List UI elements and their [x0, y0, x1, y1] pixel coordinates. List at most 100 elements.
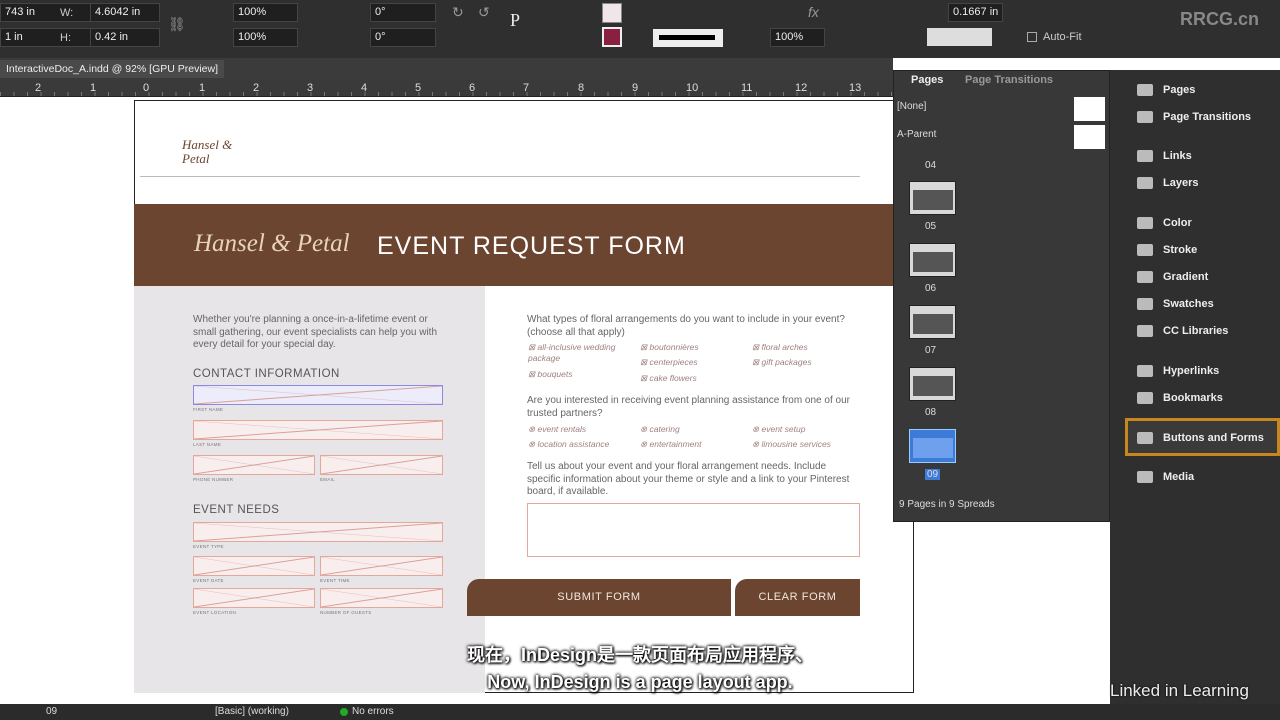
- page-thumbnail[interactable]: [909, 243, 956, 277]
- form-field[interactable]: [320, 556, 443, 576]
- dock-item[interactable]: CC Libraries: [1137, 321, 1228, 341]
- form-field[interactable]: [193, 385, 443, 405]
- page-thumbnail[interactable]: [909, 429, 956, 463]
- panel-icon: [1137, 392, 1153, 405]
- rotate-ccw-icon[interactable]: ↺: [478, 4, 490, 20]
- parent-none[interactable]: [None]: [897, 101, 926, 112]
- ruler-number: 2: [35, 82, 42, 94]
- panel-icon: [1137, 271, 1153, 284]
- tab-pages[interactable]: Pages: [911, 74, 943, 86]
- tab-page-transitions[interactable]: Page Transitions: [965, 74, 1053, 86]
- ruler-number: 0: [143, 82, 150, 94]
- panel-dock: [1110, 70, 1280, 704]
- parent-a-thumb[interactable]: [1074, 125, 1105, 149]
- clear-form-button[interactable]: CLEAR FORM: [735, 579, 860, 616]
- dock-item[interactable]: Color: [1137, 213, 1192, 233]
- corner-options[interactable]: [927, 28, 992, 46]
- h-label: H:: [60, 32, 71, 44]
- dock-item[interactable]: Media: [1137, 467, 1194, 487]
- dock-item[interactable]: Bookmarks: [1137, 388, 1223, 408]
- parent-none-thumb[interactable]: [1074, 97, 1105, 121]
- event-heading: EVENT NEEDS: [193, 504, 280, 516]
- checkbox-option[interactable]: ⊠ boutonnières: [640, 342, 699, 353]
- dock-item[interactable]: Links: [1137, 146, 1192, 166]
- panel-icon: [1137, 432, 1153, 445]
- scale-x-field[interactable]: 100%: [233, 3, 298, 22]
- shear-field[interactable]: 0°: [370, 28, 436, 47]
- field-label: EVENT TYPE: [193, 544, 224, 549]
- form-field[interactable]: [193, 522, 443, 542]
- panel-icon: [1137, 150, 1153, 163]
- linkedin-learning-logo: Linked in Learning: [1110, 681, 1249, 700]
- ruler-number: 12: [795, 82, 808, 94]
- form-field[interactable]: [193, 455, 315, 475]
- dock-item[interactable]: Hyperlinks: [1137, 361, 1219, 381]
- checkbox-option[interactable]: ⊗ catering: [640, 424, 680, 435]
- w-label: W:: [60, 7, 74, 19]
- checkbox-option[interactable]: ⊠ centerpieces: [640, 357, 698, 368]
- dock-item[interactable]: Layers: [1137, 173, 1198, 193]
- page-thumbnail[interactable]: [909, 181, 956, 215]
- checkbox-option[interactable]: ⊠ floral arches: [752, 342, 808, 353]
- panel-icon: [1137, 325, 1153, 338]
- width-field[interactable]: 4.6042 in: [90, 3, 160, 22]
- reference-point-icon[interactable]: P: [510, 11, 520, 29]
- dock-item[interactable]: Buttons and Forms: [1137, 428, 1264, 448]
- rotate-field[interactable]: 0°: [370, 3, 436, 22]
- checkbox-option[interactable]: ⊗ entertainment: [640, 439, 701, 450]
- watermark-logo: RRCG.cn: [1180, 9, 1260, 29]
- checkbox-option[interactable]: ⊗ location assistance: [528, 439, 609, 450]
- checkbox-option[interactable]: ⊠ all-inclusive wedding package: [528, 342, 628, 363]
- dock-item[interactable]: Page Transitions: [1137, 107, 1251, 127]
- dock-item[interactable]: Gradient: [1137, 267, 1208, 287]
- form-title: EVENT REQUEST FORM: [377, 232, 686, 260]
- ruler-number: 3: [307, 82, 314, 94]
- field-label: EMAIL: [320, 477, 336, 482]
- dock-item[interactable]: Stroke: [1137, 240, 1197, 260]
- height-field[interactable]: 0.42 in: [90, 28, 160, 47]
- checkbox-option[interactable]: ⊗ event setup: [752, 424, 805, 435]
- page-thumbnail[interactable]: [909, 305, 956, 339]
- form-field[interactable]: [193, 420, 443, 440]
- parent-a[interactable]: A-Parent: [897, 129, 936, 140]
- form-field[interactable]: [193, 556, 315, 576]
- dock-item[interactable]: Swatches: [1137, 294, 1214, 314]
- stroke-style-select[interactable]: [653, 29, 723, 47]
- dock-item[interactable]: Pages: [1137, 80, 1195, 100]
- checkbox-option[interactable]: ⊠ bouquets: [528, 369, 572, 380]
- page-thumbnail[interactable]: [909, 367, 956, 401]
- checkbox-option[interactable]: ⊗ event rentals: [528, 424, 586, 435]
- submit-form-button[interactable]: SUBMIT FORM: [467, 579, 731, 616]
- horizontal-ruler[interactable]: [0, 80, 893, 97]
- stroke-swatch[interactable]: [602, 27, 622, 47]
- ruler-number: 6: [469, 82, 476, 94]
- fill-swatch[interactable]: [602, 3, 622, 23]
- document-tab[interactable]: InteractiveDoc_A.indd @ 92% [GPU Preview…: [0, 60, 224, 78]
- form-field[interactable]: [320, 455, 443, 475]
- form-field[interactable]: [320, 588, 443, 608]
- checkbox-option[interactable]: ⊗ limousine services: [752, 439, 831, 450]
- autofit-checkbox[interactable]: [1027, 32, 1037, 42]
- field-label: LAST NAME: [193, 442, 222, 447]
- ruler-number: 11: [741, 82, 753, 94]
- form-field[interactable]: [193, 588, 315, 608]
- rotate-cw-icon[interactable]: ↻: [452, 4, 464, 20]
- panel-icon: [1137, 177, 1153, 190]
- checkbox-option[interactable]: ⊠ cake flowers: [640, 373, 697, 384]
- checkbox-option[interactable]: ⊠ gift packages: [752, 357, 812, 368]
- constrain-link-icon[interactable]: ⛓: [168, 16, 186, 32]
- field-label: EVENT LOCATION: [193, 610, 237, 615]
- logo: Hansel & Petal: [182, 137, 233, 166]
- details-textarea[interactable]: [527, 503, 860, 557]
- ruler-number: 13: [849, 82, 862, 94]
- page-number-field[interactable]: 09: [46, 704, 57, 720]
- brand-script: Hansel & Petal: [194, 230, 350, 257]
- ruler-number: 10: [686, 82, 699, 94]
- effects-icon[interactable]: fx: [808, 4, 819, 20]
- preflight-profile[interactable]: [Basic] (working): [215, 704, 289, 720]
- status-ok-icon: [340, 708, 348, 716]
- inset-field[interactable]: 0.1667 in: [948, 3, 1003, 22]
- scale-y-field[interactable]: 100%: [233, 28, 298, 47]
- panel-icon: [1137, 244, 1153, 257]
- opacity-field[interactable]: 100%: [770, 28, 825, 47]
